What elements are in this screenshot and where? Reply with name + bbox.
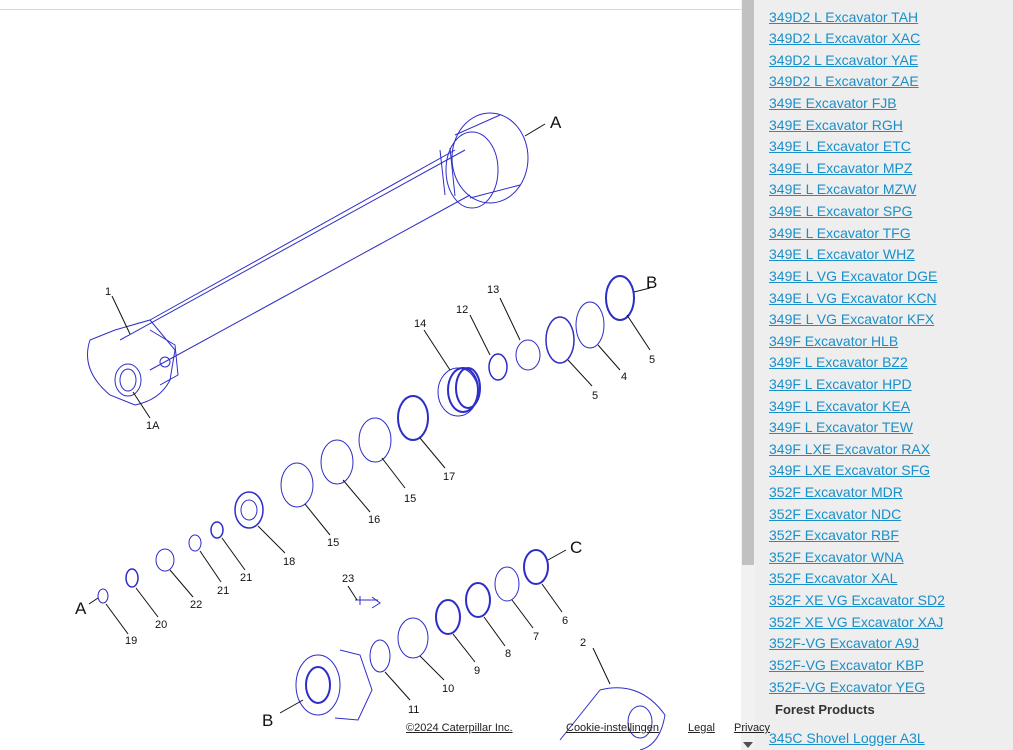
- model-link[interactable]: 352F Excavator MDR: [769, 484, 903, 500]
- exploded-cylinder-diagram: A 1 1A 14 12 13 B 5 4 5 17 15 16 15 18 2…: [75, 112, 666, 750]
- model-link[interactable]: 349E L Excavator SPG: [769, 203, 912, 219]
- callout-A-top: A: [550, 113, 562, 132]
- model-link[interactable]: 349E L Excavator WHZ: [769, 246, 915, 262]
- scrollbar-thumb[interactable]: [742, 0, 754, 565]
- callout-1: 1: [105, 286, 111, 298]
- model-link[interactable]: 349F LXE Excavator RAX: [769, 441, 930, 457]
- callout-18: 18: [283, 556, 295, 568]
- model-link[interactable]: 352F Excavator XAL: [769, 570, 897, 586]
- callout-11: 11: [408, 704, 419, 716]
- callout-20: 20: [155, 619, 167, 631]
- model-link[interactable]: 349D2 L Excavator YAE: [769, 52, 918, 68]
- model-link[interactable]: 349F L Excavator TEW: [769, 419, 913, 435]
- callout-C: C: [570, 538, 582, 557]
- callout-7: 7: [533, 631, 539, 643]
- cookie-settings-link[interactable]: Cookie-instellingen: [566, 722, 659, 734]
- model-link[interactable]: 349E Excavator FJB: [769, 95, 897, 111]
- callout-21a: 21: [240, 572, 252, 584]
- model-list-sidebar: 349D2 L Excavator TAH 349D2 L Excavator …: [755, 0, 1013, 750]
- model-link[interactable]: 349E L VG Excavator KFX: [769, 311, 934, 327]
- legal-link[interactable]: Legal: [688, 722, 715, 734]
- model-link[interactable]: 349E L Excavator ETC: [769, 138, 911, 154]
- callout-2: 2: [580, 637, 586, 649]
- model-link[interactable]: 349E L Excavator MZW: [769, 181, 916, 197]
- model-link[interactable]: 352F Excavator WNA: [769, 549, 904, 565]
- callout-5b: 5: [592, 390, 598, 402]
- model-link[interactable]: 349F LXE Excavator SFG: [769, 462, 930, 478]
- copyright-link[interactable]: ©2024 Caterpillar Inc.: [406, 722, 513, 734]
- model-link[interactable]: 349F L Excavator KEA: [769, 398, 910, 414]
- callout-13: 13: [487, 284, 499, 296]
- model-link[interactable]: 349F L Excavator BZ2: [769, 354, 908, 370]
- callout-16: 16: [368, 514, 380, 526]
- callout-19: 19: [125, 635, 137, 647]
- model-link[interactable]: 349D2 L Excavator XAC: [769, 30, 920, 46]
- callout-14: 14: [414, 318, 426, 330]
- model-link[interactable]: 349E Excavator RGH: [769, 117, 903, 133]
- model-link[interactable]: 349D2 L Excavator ZAE: [769, 73, 919, 89]
- model-link[interactable]: 352F Excavator NDC: [769, 506, 901, 522]
- parts-diagram-panel: A 1 1A 14 12 13 B 5 4 5 17 15 16 15 18 2…: [0, 0, 741, 750]
- model-link[interactable]: 349E L VG Excavator DGE: [769, 268, 937, 284]
- callout-22: 22: [190, 599, 202, 611]
- cylinder-barrel: [87, 112, 529, 406]
- model-link[interactable]: 352F XE VG Excavator XAJ: [769, 614, 943, 630]
- upper-seal-row: [437, 275, 635, 417]
- callout-23: 23: [342, 573, 354, 585]
- callout-5a: 5: [649, 354, 655, 366]
- callout-15a: 15: [404, 493, 416, 505]
- page-scrollbar[interactable]: [741, 0, 755, 750]
- callout-8: 8: [505, 648, 511, 660]
- model-link[interactable]: 349E L Excavator TFG: [769, 225, 911, 241]
- model-link[interactable]: 352F Excavator RBF: [769, 527, 899, 543]
- callout-15b: 15: [327, 537, 339, 549]
- callout-1A: 1A: [146, 420, 160, 432]
- callout-17: 17: [443, 471, 455, 483]
- callout-4: 4: [621, 371, 627, 383]
- callout-12: 12: [456, 304, 468, 316]
- model-link[interactable]: 349F Excavator HLB: [769, 333, 898, 349]
- callout-21b: 21: [217, 585, 229, 597]
- scroll-down-arrow-icon[interactable]: [743, 742, 753, 748]
- model-link[interactable]: 352F XE VG Excavator SD2: [769, 592, 945, 608]
- callout-9: 9: [474, 665, 480, 677]
- callout-B-top: B: [646, 273, 657, 292]
- model-link[interactable]: 352F-VG Excavator A9J: [769, 635, 919, 651]
- model-link[interactable]: 352F-VG Excavator YEG: [769, 679, 925, 695]
- model-link[interactable]: 349D2 L Excavator TAH: [769, 9, 918, 25]
- page-footer: ©2024 Caterpillar Inc. Cookie-instelling…: [0, 718, 1013, 742]
- section-heading-forest-products: Forest Products: [775, 702, 875, 717]
- model-link[interactable]: 349E L VG Excavator KCN: [769, 290, 937, 306]
- privacy-link[interactable]: Privacy: [734, 722, 770, 734]
- callout-10: 10: [442, 683, 454, 695]
- callout-6: 6: [562, 615, 568, 627]
- model-link[interactable]: 349E L Excavator MPZ: [769, 160, 912, 176]
- model-link[interactable]: 349F L Excavator HPD: [769, 376, 912, 392]
- callout-A-bottom: A: [75, 599, 87, 618]
- model-link[interactable]: 352F-VG Excavator KBP: [769, 657, 924, 673]
